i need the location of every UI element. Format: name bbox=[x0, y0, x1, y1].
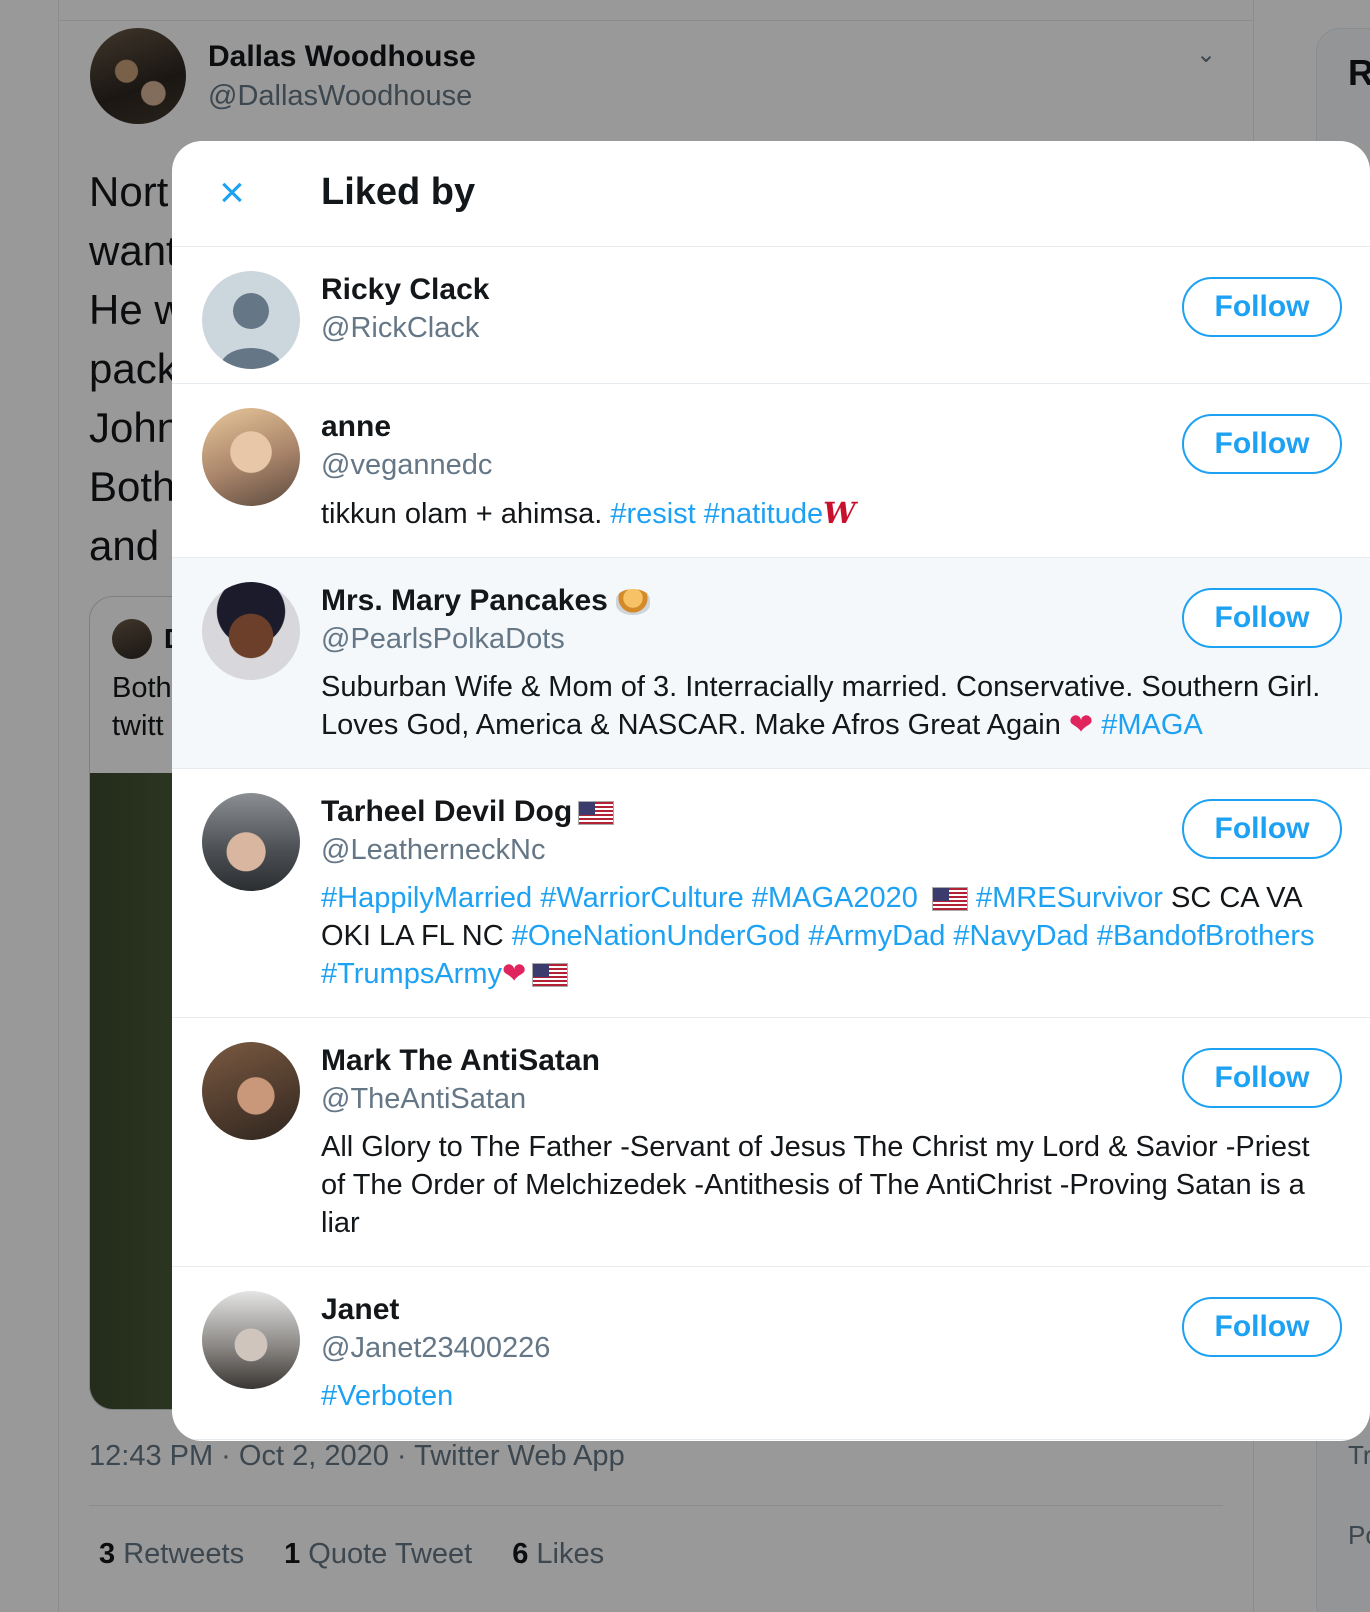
user-row[interactable]: Mark The AntiSatan @TheAntiSatan All Glo… bbox=[172, 1018, 1370, 1267]
user-bio: #Verboten bbox=[321, 1377, 1331, 1415]
hashtag-link[interactable]: #MAGA bbox=[1101, 709, 1203, 741]
us-flag-icon bbox=[931, 887, 968, 912]
close-icon[interactable]: × bbox=[212, 171, 252, 215]
us-flag-icon bbox=[532, 963, 569, 988]
hashtag-link[interactable]: #resist #natitude bbox=[610, 498, 823, 530]
user-avatar[interactable] bbox=[202, 408, 300, 506]
user-avatar[interactable] bbox=[202, 1042, 300, 1140]
user-row[interactable]: anne @vegannedc tikkun olam + ahimsa. #r… bbox=[172, 384, 1370, 558]
us-flag-icon bbox=[578, 801, 615, 826]
modal-header: × Liked by bbox=[172, 141, 1370, 247]
modal-title: Liked by bbox=[321, 171, 476, 213]
bio-text: tikkun olam + ahimsa. bbox=[321, 498, 611, 530]
follow-button[interactable]: Follow bbox=[1182, 1297, 1342, 1357]
heart-emoji-icon: ❤ bbox=[1068, 709, 1094, 741]
nationals-logo-icon: W bbox=[823, 496, 856, 530]
user-row[interactable]: Janet @Janet23400226 #Verboten Follow bbox=[172, 1267, 1370, 1440]
hashtag-link[interactable]: #Verboten bbox=[321, 1380, 453, 1412]
user-avatar[interactable] bbox=[202, 1291, 300, 1389]
heart-emoji-icon: ❤ bbox=[502, 958, 527, 990]
user-row[interactable]: Ricky Clack @RickClack Follow bbox=[172, 247, 1370, 384]
user-name-text: Tarheel Devil Dog bbox=[321, 795, 573, 828]
user-bio: All Glory to The Father -Servant of Jesu… bbox=[321, 1131, 1310, 1239]
follow-button[interactable]: Follow bbox=[1182, 414, 1342, 474]
pancakes-emoji-icon bbox=[615, 589, 650, 616]
follow-button[interactable]: Follow bbox=[1182, 277, 1342, 337]
user-bio: #HappilyMarried #WarriorCulture #MAGA202… bbox=[321, 879, 1331, 993]
user-row[interactable]: Tarheel Devil Dog @LeatherneckNc #Happil… bbox=[172, 769, 1370, 1018]
default-avatar[interactable] bbox=[202, 271, 300, 369]
user-avatar[interactable] bbox=[202, 582, 300, 680]
hashtag-link[interactable]: #MRESurvivor bbox=[976, 882, 1163, 914]
user-row[interactable]: Mrs. Mary Pancakes @PearlsPolkaDots Subu… bbox=[172, 558, 1370, 769]
user-bio: tikkun olam + ahimsa. #resist #natitudeW bbox=[321, 494, 1331, 533]
follow-button[interactable]: Follow bbox=[1182, 799, 1342, 859]
follow-button[interactable]: Follow bbox=[1182, 588, 1342, 648]
liked-by-modal: × Liked by Ricky Clack @RickClack Follow… bbox=[172, 141, 1370, 1441]
follow-button[interactable]: Follow bbox=[1182, 1048, 1342, 1108]
user-name-text: Mrs. Mary Pancakes bbox=[321, 584, 608, 617]
user-bio: Suburban Wife & Mom of 3. Interracially … bbox=[321, 668, 1331, 744]
hashtag-link[interactable]: #HappilyMarried #WarriorCulture #MAGA202… bbox=[321, 882, 918, 914]
user-avatar[interactable] bbox=[202, 793, 300, 891]
